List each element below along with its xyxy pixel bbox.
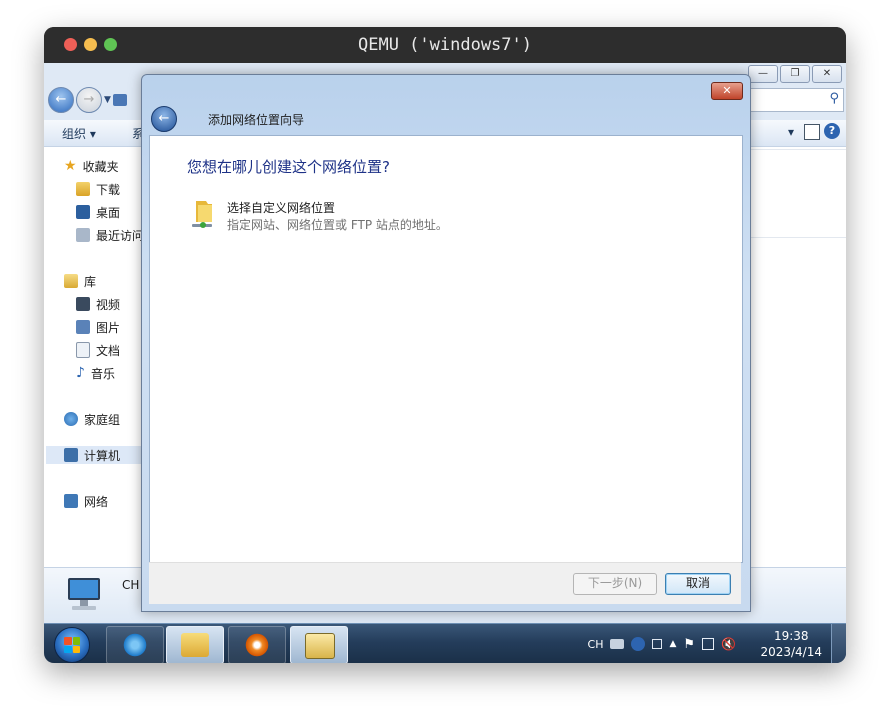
- music-icon: ♪: [76, 365, 85, 381]
- forward-button[interactable]: →: [76, 87, 102, 113]
- video-icon: [76, 297, 90, 311]
- organize-menu[interactable]: 组织 ▾: [62, 125, 96, 142]
- host-window-title: QEMU ('windows7'): [358, 35, 532, 55]
- system-tray: CH ▲ ⚑ 🔇: [588, 624, 736, 663]
- nav-music[interactable]: ♪ 音乐: [76, 364, 115, 382]
- wizard-body: 您想在哪儿创建这个网络位置? 选择自定义网络位置 指定网站、网络位置或 FTP …: [149, 135, 743, 563]
- custom-network-location-option[interactable]: 选择自定义网络位置 指定网站、网络位置或 FTP 站点的地址。: [190, 198, 470, 238]
- back-button[interactable]: ←: [48, 87, 74, 113]
- clock-time: 19:38: [773, 629, 809, 643]
- windows-logo-icon: [64, 637, 80, 653]
- next-button[interactable]: 下一步(N): [573, 573, 657, 595]
- nav-libraries[interactable]: 库: [64, 272, 96, 290]
- computer-icon: [68, 578, 100, 610]
- nav-desktop[interactable]: 桌面: [76, 203, 120, 221]
- cancel-button[interactable]: 取消: [665, 573, 731, 595]
- internet-explorer-icon: [121, 633, 149, 657]
- host-titlebar: QEMU ('windows7'): [44, 27, 846, 63]
- qemu-window: QEMU ('windows7') — ❐ ✕ ← → ▼ ⚲ 组织 ▾ 系 ▾…: [44, 27, 846, 663]
- guest-screen: — ❐ ✕ ← → ▼ ⚲ 组织 ▾ 系 ▾ ? ★ 收藏夹 下载 桌面 最近访…: [44, 63, 846, 663]
- taskbar-media-player[interactable]: [228, 626, 286, 663]
- taskbar-explorer[interactable]: [166, 626, 224, 663]
- explorer-nav-buttons: ← → ▼: [48, 87, 127, 113]
- nav-videos[interactable]: 视频: [76, 295, 120, 313]
- show-desktop-button[interactable]: [831, 624, 846, 663]
- downloads-icon: [76, 182, 90, 196]
- recent-places-icon: [76, 228, 90, 242]
- input-options-icon[interactable]: [652, 639, 663, 649]
- network-folder-icon: [192, 201, 212, 228]
- nav-documents[interactable]: 文档: [76, 341, 120, 359]
- details-text: CH: [122, 578, 140, 592]
- nav-homegroup[interactable]: 家庭组: [64, 410, 120, 428]
- close-button[interactable]: ✕: [812, 65, 842, 83]
- divider: [744, 149, 846, 150]
- nav-recent[interactable]: 最近访问: [76, 226, 144, 244]
- clock-date: 2023/4/14: [760, 645, 822, 659]
- language-indicator[interactable]: CH: [588, 638, 604, 651]
- chevron-down-icon[interactable]: ▼: [104, 95, 111, 105]
- show-hidden-icons-icon[interactable]: ▲: [669, 639, 676, 649]
- volume-muted-icon[interactable]: 🔇: [721, 637, 736, 651]
- computer-icon: [112, 94, 127, 106]
- taskbar-internet-explorer[interactable]: [106, 626, 164, 663]
- nav-favorites[interactable]: ★ 收藏夹: [64, 157, 119, 175]
- pictures-icon: [76, 320, 90, 334]
- back-arrow-icon[interactable]: ←: [151, 106, 177, 132]
- taskbar-wizard[interactable]: [290, 626, 348, 663]
- network-status-icon[interactable]: [702, 638, 715, 650]
- keyboard-icon[interactable]: [610, 639, 625, 649]
- media-player-icon: [243, 633, 271, 657]
- action-center-flag-icon[interactable]: ⚑: [683, 637, 695, 652]
- minimize-button[interactable]: —: [748, 65, 778, 83]
- help-icon[interactable]: ?: [824, 123, 840, 139]
- search-input[interactable]: ⚲: [742, 88, 844, 112]
- documents-icon: [76, 342, 90, 358]
- desktop-icon: [76, 205, 90, 219]
- homegroup-icon: [64, 412, 78, 426]
- wizard-footer: 下一步(N) 取消: [149, 562, 741, 604]
- option-description: 指定网站、网络位置或 FTP 站点的地址。: [227, 218, 448, 232]
- divider: [744, 237, 846, 238]
- view-options-chevron[interactable]: ▾: [788, 125, 794, 139]
- navigation-pane: ★ 收藏夹 下载 桌面 最近访问 库 视频 图片 文档 ♪ 音乐 家庭组 计算机…: [44, 147, 160, 567]
- nav-downloads[interactable]: 下载: [76, 180, 120, 198]
- star-icon: ★: [64, 158, 77, 174]
- computer-icon: [64, 448, 78, 462]
- preview-pane-icon[interactable]: [804, 124, 820, 140]
- folder-icon: [181, 633, 209, 657]
- nav-pictures[interactable]: 图片: [76, 318, 120, 336]
- wizard-icon: [305, 633, 335, 659]
- wizard-heading: 您想在哪儿创建这个网络位置?: [187, 158, 390, 176]
- nav-network[interactable]: 网络: [64, 492, 108, 510]
- close-button[interactable]: ✕: [711, 82, 743, 100]
- clock[interactable]: 19:38 2023/4/14: [760, 628, 822, 660]
- explorer-caption-buttons: — ❐ ✕: [748, 65, 842, 83]
- network-icon: [64, 494, 78, 508]
- help-icon[interactable]: [631, 637, 646, 651]
- search-icon: ⚲: [829, 91, 839, 106]
- maximize-button[interactable]: ❐: [780, 65, 810, 83]
- libraries-icon: [64, 274, 78, 288]
- option-label: 选择自定义网络位置: [227, 201, 336, 215]
- taskbar: CH ▲ ⚑ 🔇 19:38 2023/4/14: [44, 623, 846, 663]
- add-network-location-wizard: ✕ ← 添加网络位置向导 您想在哪儿创建这个网络位置? 选择自定义网络位置 指定…: [141, 74, 751, 612]
- dialog-title: 添加网络位置向导: [208, 113, 305, 127]
- start-button[interactable]: [54, 627, 90, 663]
